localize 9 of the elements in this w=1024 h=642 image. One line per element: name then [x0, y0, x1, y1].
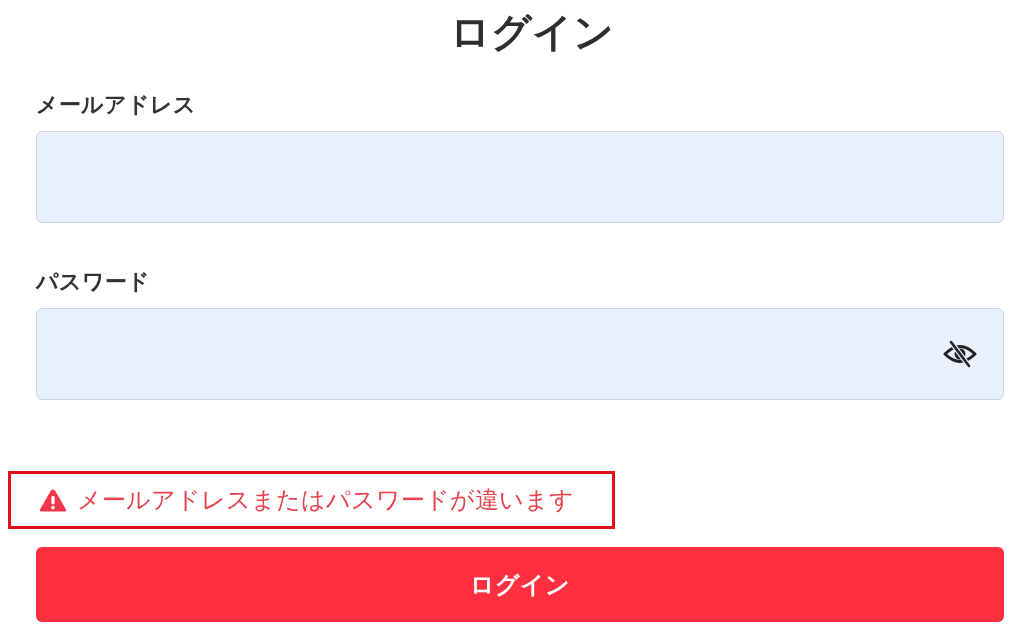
password-field[interactable]: [36, 308, 1004, 400]
warning-icon: [39, 487, 67, 513]
login-button[interactable]: ログイン: [36, 547, 1004, 622]
email-field[interactable]: [36, 131, 1004, 223]
eye-slash-icon[interactable]: [943, 340, 977, 368]
field-label: メールアドレス: [36, 91, 196, 119]
error-message: メールアドレスまたはパスワードが違います: [77, 485, 574, 515]
field-label: パスワード: [36, 268, 150, 296]
page-title: ログイン: [450, 8, 614, 57]
